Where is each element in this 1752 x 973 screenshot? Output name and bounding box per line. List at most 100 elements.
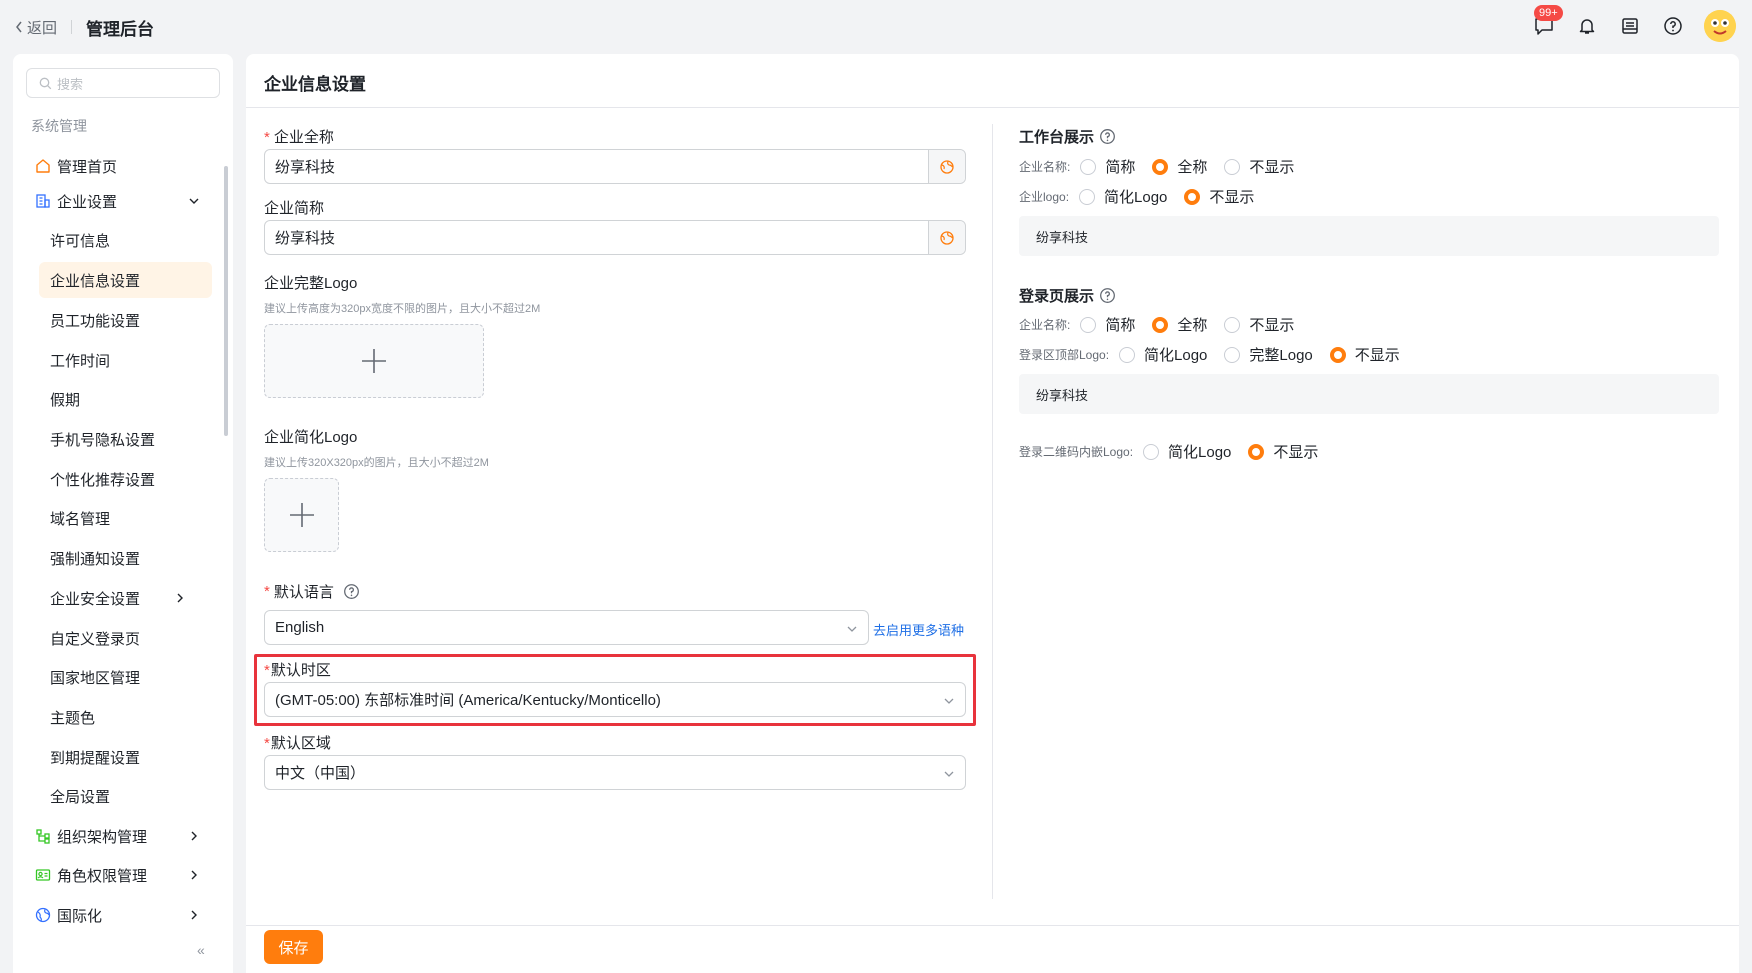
- radio-hide[interactable]: 不显示: [1248, 441, 1318, 462]
- chat-button[interactable]: 99+: [1532, 5, 1563, 38]
- help-icon[interactable]: [1099, 287, 1116, 304]
- sidebar-item-work-hours[interactable]: 工作时间: [26, 342, 211, 378]
- globe-translate-icon: [940, 159, 954, 174]
- chevron-down-icon: [847, 626, 857, 632]
- region-select[interactable]: 中文（中国）: [264, 755, 966, 790]
- full-name-value: 纷享科技: [275, 159, 336, 176]
- radio-dot: [1248, 443, 1265, 460]
- sidebar-scrollbar[interactable]: [224, 166, 228, 436]
- translate-button[interactable]: [928, 150, 965, 183]
- radio-dot: [1079, 188, 1096, 205]
- role-icon: [34, 866, 52, 884]
- sidebar-item-label: 工作时间: [50, 352, 111, 370]
- sidebar-item-phone-privacy[interactable]: 手机号隐私设置: [26, 421, 211, 457]
- main-panel: 企业信息设置 * 企业全称 纷享科技 企业简称 纷享科技 企业完整Logo 建议上…: [246, 54, 1739, 973]
- radio-hide[interactable]: 不显示: [1224, 156, 1294, 177]
- login-qr-logo-row: 登录二维码内嵌Logo: 简化Logo 不显示: [1019, 441, 1335, 462]
- full-logo-upload[interactable]: [264, 324, 484, 398]
- sidebar-item-home[interactable]: 管理首页: [26, 148, 211, 184]
- sidebar-item-expiry-reminder[interactable]: 到期提醒设置: [26, 739, 211, 775]
- notification-button[interactable]: [1575, 14, 1599, 38]
- login-preview: 纷享科技: [1019, 374, 1719, 414]
- sidebar-item-domain[interactable]: 域名管理: [26, 500, 211, 536]
- collapse-sidebar-button[interactable]: «: [197, 942, 205, 958]
- radio-dot: [1080, 158, 1097, 175]
- radio-short-name[interactable]: 简称: [1080, 314, 1135, 335]
- sidebar-item-label: 手机号隐私设置: [50, 431, 156, 449]
- enable-more-languages-link[interactable]: 去启用更多语种: [873, 620, 964, 639]
- language-value: English: [275, 619, 325, 636]
- sidebar-item-country-region[interactable]: 国家地区管理: [26, 659, 211, 695]
- sidebar-item-theme-color[interactable]: 主题色: [26, 699, 211, 735]
- language-select[interactable]: English: [264, 610, 869, 645]
- radio-dot: [1224, 346, 1241, 363]
- radio-label: 全称: [1177, 159, 1208, 176]
- sidebar-item-global-settings[interactable]: 全局设置: [26, 778, 211, 814]
- timezone-select[interactable]: (GMT-05:00) 东部标准时间 (America/Kentucky/Mon…: [264, 682, 966, 717]
- avatar[interactable]: [1704, 10, 1736, 42]
- sidebar-item-role-permissions[interactable]: 角色权限管理: [26, 857, 211, 893]
- back-label: 返回: [27, 19, 58, 37]
- login-top-logo-row: 登录区顶部Logo: 简化Logo 完整Logo 不显示: [1019, 344, 1417, 365]
- save-button[interactable]: 保存: [264, 930, 323, 964]
- radio-short-logo[interactable]: 简化Logo: [1079, 186, 1167, 207]
- full-name-field[interactable]: 纷享科技: [264, 149, 966, 184]
- sidebar: 搜索 系统管理 管理首页 企业设置 许可信息 企业信息设置 员工功能设置 工作时…: [13, 54, 233, 973]
- workbench-section-title: 工作台展示: [1019, 126, 1116, 147]
- radio-full-name[interactable]: 全称: [1152, 314, 1207, 335]
- radio-full-name[interactable]: 全称: [1152, 156, 1207, 177]
- workbench-name-row: 企业名称: 简称 全称 不显示: [1019, 156, 1311, 177]
- radio-full-logo[interactable]: 完整Logo: [1224, 344, 1313, 365]
- radio-dot: [1080, 316, 1097, 333]
- help-button[interactable]: [1661, 14, 1685, 38]
- sidebar-item-enterprise-info[interactable]: 企业信息设置: [39, 262, 212, 298]
- search-input[interactable]: 搜索: [26, 68, 220, 98]
- radio-hide[interactable]: 不显示: [1329, 344, 1400, 365]
- title-divider: [246, 107, 1739, 108]
- help-icon[interactable]: [343, 583, 360, 600]
- radio-hide[interactable]: 不显示: [1224, 314, 1294, 335]
- radio-label: 完整Logo: [1249, 347, 1313, 364]
- required-mark: *: [264, 662, 270, 679]
- sidebar-item-label: 到期提醒设置: [50, 749, 141, 767]
- sidebar-item-enterprise-security[interactable]: 企业安全设置: [26, 580, 211, 616]
- inbox-button[interactable]: [1618, 14, 1642, 38]
- radio-short-name[interactable]: 简称: [1080, 156, 1135, 177]
- sidebar-item-label: 假期: [50, 391, 81, 409]
- radio-dot: [1152, 316, 1169, 333]
- sidebar-item-internationalization[interactable]: 国际化: [26, 897, 211, 933]
- language-label-text: 默认语言: [273, 584, 334, 601]
- sidebar-item-holidays[interactable]: 假期: [26, 381, 211, 417]
- sidebar-item-license[interactable]: 许可信息: [26, 222, 211, 258]
- row-label: 企业名称:: [1019, 160, 1071, 174]
- sidebar-item-custom-login[interactable]: 自定义登录页: [26, 620, 211, 656]
- page-title: 企业信息设置: [264, 75, 366, 94]
- radio-dot: [1152, 158, 1169, 175]
- translate-button[interactable]: [928, 221, 965, 254]
- full-logo-label: 企业完整Logo: [264, 275, 358, 292]
- short-logo-hint: 建议上传320X320px的图片，且大小不超过2M: [264, 457, 489, 469]
- sidebar-item-org-structure[interactable]: 组织架构管理: [26, 818, 211, 854]
- short-name-field[interactable]: 纷享科技: [264, 220, 966, 255]
- sidebar-item-personalized-recommendation[interactable]: 个性化推荐设置: [26, 461, 211, 497]
- help-icon[interactable]: [1099, 128, 1116, 145]
- back-button[interactable]: 返回: [14, 17, 57, 38]
- radio-short-logo[interactable]: 简化Logo: [1143, 441, 1231, 462]
- short-logo-upload[interactable]: [264, 478, 339, 552]
- radio-short-logo[interactable]: 简化Logo: [1119, 344, 1207, 365]
- footer-divider: [246, 925, 1739, 926]
- globe-translate-icon: [940, 230, 954, 245]
- required-mark: *: [264, 129, 270, 146]
- radio-label: 不显示: [1354, 347, 1400, 364]
- sidebar-item-employee-features[interactable]: 员工功能设置: [26, 302, 211, 338]
- divider: [71, 20, 73, 34]
- sidebar-item-label: 组织架构管理: [57, 828, 148, 846]
- sidebar-item-forced-notification[interactable]: 强制通知设置: [26, 540, 211, 576]
- timezone-label-text: 默认时区: [270, 662, 331, 679]
- sidebar-item-enterprise-settings[interactable]: 企业设置: [26, 183, 211, 219]
- radio-hide[interactable]: 不显示: [1184, 186, 1254, 207]
- sidebar-item-label: 强制通知设置: [50, 550, 141, 568]
- avatar-face-icon: [1704, 10, 1736, 42]
- globe-icon: [34, 906, 52, 924]
- radio-label: 不显示: [1249, 317, 1295, 334]
